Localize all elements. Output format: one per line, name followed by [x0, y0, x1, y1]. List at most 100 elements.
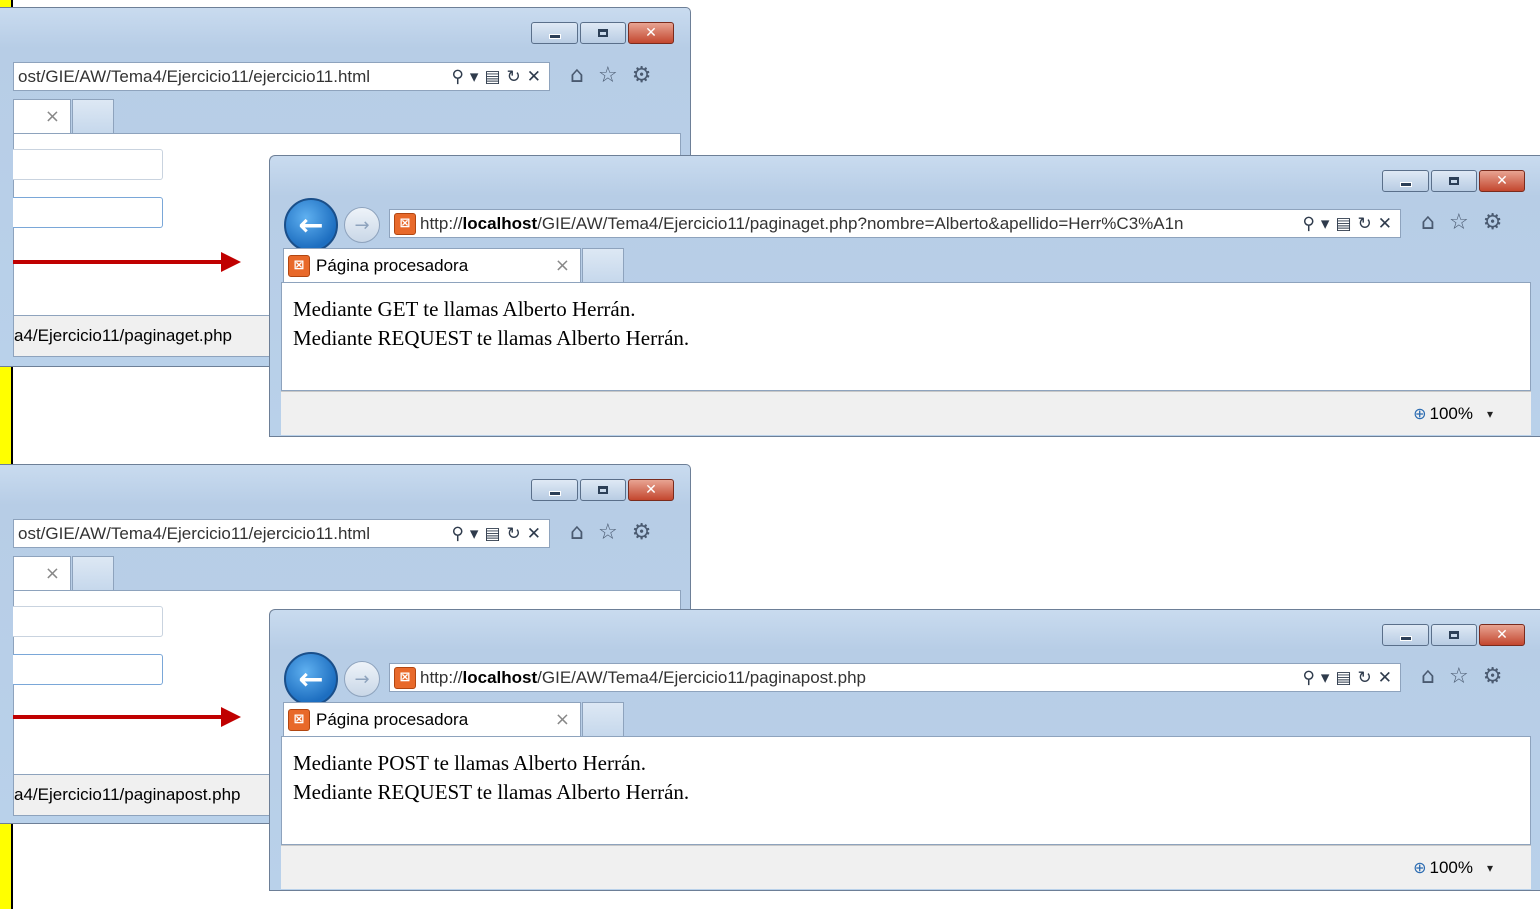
address-tools: ⚲ ▾ ▤ ↻ ✕: [451, 67, 549, 87]
home-icon[interactable]: ⌂: [570, 63, 584, 88]
front-browser-window-bottom: ✕ ← → ⊠ http://localhost/GIE/AW/Tema4/Ej…: [269, 609, 1540, 891]
gear-icon[interactable]: ⚙: [1483, 664, 1503, 689]
gear-icon[interactable]: ⚙: [632, 520, 652, 545]
chevron-down-icon[interactable]: ▾: [1321, 214, 1330, 234]
maximize-button[interactable]: [1431, 624, 1477, 646]
minimize-button[interactable]: [531, 22, 578, 44]
zoom-dropdown-icon[interactable]: ▾: [1487, 861, 1493, 875]
stop-icon[interactable]: ✕: [1378, 668, 1392, 688]
page-content: Mediante GET te llamas Alberto Herrán. M…: [281, 282, 1531, 391]
address-bar[interactable]: ost/GIE/AW/Tema4/Ejercicio11/ejercicio11…: [13, 519, 550, 548]
tab-pagina-procesadora[interactable]: ⊠ Página procesadora ×: [283, 248, 581, 282]
address-url[interactable]: ost/GIE/AW/Tema4/Ejercicio11/ejercicio11…: [14, 524, 451, 544]
gear-icon[interactable]: ⚙: [1483, 210, 1503, 235]
tab-partial[interactable]: ×: [13, 99, 71, 133]
close-button[interactable]: ✕: [628, 479, 674, 501]
new-tab-button[interactable]: [72, 99, 114, 133]
address-bar[interactable]: ost/GIE/AW/Tema4/Ejercicio11/ejercicio11…: [13, 62, 550, 91]
compatibility-icon[interactable]: ▤: [484, 67, 500, 87]
compatibility-icon[interactable]: ▤: [484, 524, 500, 544]
new-tab-button[interactable]: [72, 556, 114, 590]
caption-buttons: ✕: [531, 479, 674, 501]
url-scheme: http://: [420, 667, 463, 687]
close-tab-icon[interactable]: ×: [45, 106, 70, 127]
zoom-control[interactable]: ⊕ 100%: [1413, 858, 1473, 878]
favorites-icon[interactable]: ☆: [598, 520, 618, 545]
address-bar[interactable]: ⊠ http://localhost/GIE/AW/Tema4/Ejercici…: [389, 663, 1401, 692]
refresh-icon[interactable]: ↻: [507, 67, 521, 87]
maximize-button[interactable]: [580, 479, 626, 501]
compatibility-icon[interactable]: ▤: [1335, 668, 1351, 688]
tab-favicon-icon: ⊠: [288, 708, 310, 731]
back-button[interactable]: ←: [284, 198, 338, 252]
gear-icon[interactable]: ⚙: [632, 63, 652, 88]
address-url[interactable]: ost/GIE/AW/Tema4/Ejercicio11/ejercicio11…: [14, 67, 451, 87]
address-tools: ⚲ ▾ ▤ ↻ ✕: [1302, 214, 1400, 234]
favorites-icon[interactable]: ☆: [1449, 210, 1469, 235]
result-line-request: Mediante REQUEST te llamas Alberto Herrá…: [293, 780, 690, 804]
zoom-icon: ⊕: [1413, 404, 1427, 423]
zoom-control[interactable]: ⊕ 100%: [1413, 404, 1473, 424]
search-icon[interactable]: ⚲: [1302, 668, 1314, 688]
minimize-button[interactable]: [531, 479, 578, 501]
address-url[interactable]: http://localhost/GIE/AW/Tema4/Ejercicio1…: [416, 214, 1302, 234]
close-button[interactable]: ✕: [1479, 170, 1525, 192]
status-url: a4/Ejercicio11/paginapost.php: [14, 785, 241, 804]
site-favicon-icon: ⊠: [394, 212, 416, 235]
close-button[interactable]: ✕: [628, 22, 674, 44]
close-icon: ✕: [1496, 627, 1508, 643]
home-icon[interactable]: ⌂: [570, 520, 584, 545]
search-icon[interactable]: ⚲: [451, 67, 463, 87]
stop-icon[interactable]: ✕: [527, 524, 541, 544]
maximize-button[interactable]: [580, 22, 626, 44]
address-bar[interactable]: ⊠ http://localhost/GIE/AW/Tema4/Ejercici…: [389, 209, 1401, 238]
refresh-icon[interactable]: ↻: [1358, 214, 1372, 234]
close-tab-icon[interactable]: ×: [555, 709, 580, 730]
home-icon[interactable]: ⌂: [1421, 210, 1435, 235]
forward-arrow-icon: →: [354, 668, 370, 690]
maximize-icon: [1449, 177, 1459, 185]
favorites-icon[interactable]: ☆: [1449, 664, 1469, 689]
browser-tools: ⌂ ☆ ⚙: [1421, 664, 1502, 689]
apellido-input[interactable]: [13, 197, 163, 228]
tab-pagina-procesadora[interactable]: ⊠ Página procesadora ×: [283, 702, 581, 736]
search-icon[interactable]: ⚲: [451, 524, 463, 544]
tab-partial[interactable]: ×: [13, 556, 71, 590]
nombre-input[interactable]: [13, 606, 163, 637]
refresh-icon[interactable]: ↻: [1358, 668, 1372, 688]
url-host: localhost: [462, 213, 538, 233]
chevron-down-icon[interactable]: ▾: [1321, 668, 1330, 688]
result-line-post: Mediante POST te llamas Alberto Herrán.: [293, 751, 647, 775]
new-tab-button[interactable]: [582, 702, 624, 736]
zoom-level: 100%: [1429, 403, 1473, 423]
back-button[interactable]: ←: [284, 652, 338, 706]
minimize-button[interactable]: [1382, 170, 1429, 192]
minimize-button[interactable]: [1382, 624, 1429, 646]
favorites-icon[interactable]: ☆: [598, 63, 618, 88]
close-icon: ✕: [645, 482, 657, 498]
maximize-button[interactable]: [1431, 170, 1477, 192]
address-url[interactable]: http://localhost/GIE/AW/Tema4/Ejercicio1…: [416, 668, 1302, 688]
close-tab-icon[interactable]: ×: [45, 563, 70, 584]
home-icon[interactable]: ⌂: [1421, 664, 1435, 689]
close-tab-icon[interactable]: ×: [555, 255, 580, 276]
forward-button[interactable]: →: [344, 207, 380, 243]
close-button[interactable]: ✕: [1479, 624, 1525, 646]
stop-icon[interactable]: ✕: [527, 67, 541, 87]
status-bar: ⊕ 100% ▾: [281, 391, 1531, 435]
forward-button[interactable]: →: [344, 661, 380, 697]
search-icon[interactable]: ⚲: [1302, 214, 1314, 234]
new-tab-button[interactable]: [582, 248, 624, 282]
chevron-down-icon[interactable]: ▾: [470, 67, 479, 87]
refresh-icon[interactable]: ↻: [507, 524, 521, 544]
caption-buttons: ✕: [1382, 624, 1525, 646]
compatibility-icon[interactable]: ▤: [1335, 214, 1351, 234]
minimize-icon: [1399, 181, 1412, 187]
zoom-dropdown-icon[interactable]: ▾: [1487, 407, 1493, 421]
minimize-icon: [548, 33, 561, 39]
chevron-down-icon[interactable]: ▾: [470, 524, 479, 544]
stop-icon[interactable]: ✕: [1378, 214, 1392, 234]
nombre-input[interactable]: [13, 149, 163, 180]
apellido-input[interactable]: [13, 654, 163, 685]
arrow-line: [13, 715, 223, 719]
